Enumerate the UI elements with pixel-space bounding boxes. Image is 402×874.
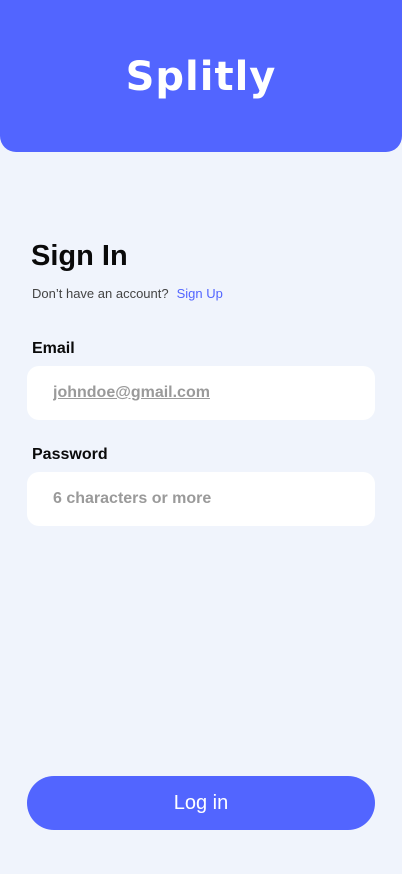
app-logo: Splitly	[125, 54, 277, 100]
login-button[interactable]: Log in	[27, 776, 375, 830]
page-title: Sign In	[31, 240, 128, 272]
email-label: Email	[32, 340, 75, 357]
signup-prompt-text: Don’t have an account?	[32, 286, 169, 301]
password-field-container	[27, 472, 375, 526]
password-input[interactable]	[53, 472, 353, 526]
signup-prompt-row: Don’t have an account? Sign Up	[32, 285, 223, 303]
app-header: Splitly	[0, 0, 402, 152]
password-label: Password	[32, 446, 108, 463]
email-field-container	[27, 366, 375, 420]
signup-link[interactable]: Sign Up	[177, 286, 223, 301]
email-input[interactable]	[53, 366, 353, 420]
